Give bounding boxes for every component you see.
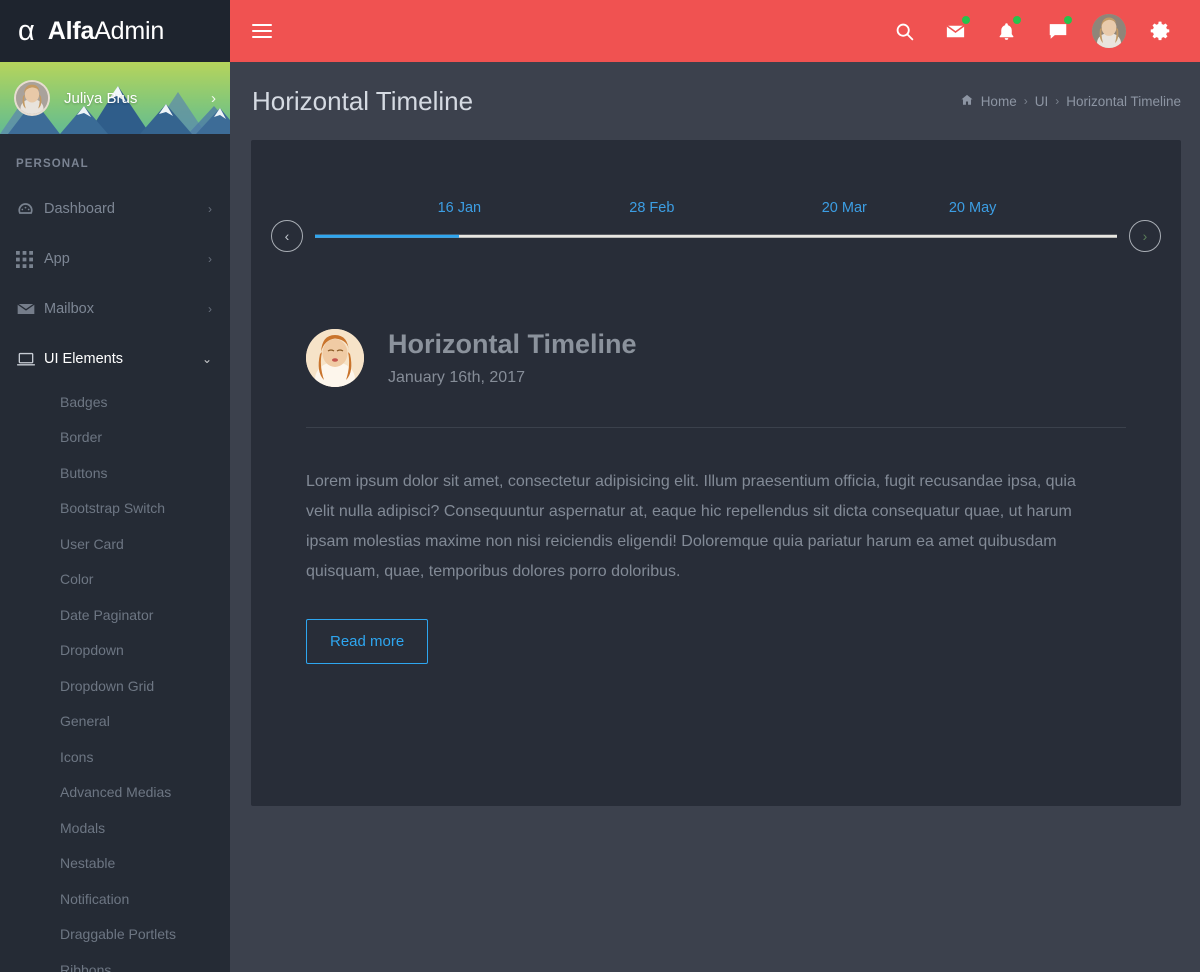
page-title: Horizontal Timeline [252, 85, 474, 116]
author-avatar-image [306, 328, 364, 387]
sidebar-item-label: Mailbox [44, 301, 94, 317]
sidebar-subitem-date-paginator[interactable]: Date Paginator [0, 597, 230, 633]
avatar [306, 328, 364, 387]
brand-name-light: Admin [94, 16, 165, 45]
speedometer-icon [16, 200, 44, 219]
chat-icon[interactable] [1032, 0, 1083, 62]
timeline-entry: Horizontal Timeline January 16th, 2017 L… [251, 300, 1181, 665]
chevron-down-icon: ⌄ [201, 352, 212, 366]
avatar-image [16, 82, 48, 114]
entry-body-text: Lorem ipsum dolor sit amet, consectetur … [306, 473, 1076, 581]
page-header: Horizontal Timeline Home › UI › Horizont… [230, 62, 1200, 140]
laptop-icon [16, 349, 44, 369]
sidebar-item-app[interactable]: App › [0, 234, 230, 284]
sidebar-item-label: Dashboard [44, 201, 115, 217]
sidebar-subitem-border[interactable]: Border [0, 420, 230, 456]
sidebar-subitem-dropdown-grid[interactable]: Dropdown Grid [0, 668, 230, 704]
divider [306, 427, 1126, 429]
app-root: α AlfaAdmin Juliya Brus › PERSONAL Dashb… [0, 0, 1200, 972]
gear-icon[interactable] [1134, 0, 1185, 62]
sidebar-subitem-buttons[interactable]: Buttons [0, 455, 230, 491]
breadcrumb-item-current: Horizontal Timeline [1066, 93, 1181, 109]
timeline-prev-button[interactable]: ‹ [271, 220, 303, 252]
topbar-actions [879, 0, 1185, 62]
chevron-right-icon: › [208, 252, 212, 266]
timeline-date-label[interactable]: 20 May [949, 200, 997, 216]
envelope-icon [16, 299, 44, 319]
sidebar-subitem-nestable[interactable]: Nestable [0, 846, 230, 882]
sidebar: α AlfaAdmin Juliya Brus › PERSONAL Dashb… [0, 0, 230, 972]
sidebar-subitem-badges[interactable]: Badges [0, 384, 230, 420]
notification-dot [1064, 16, 1072, 24]
topbar [230, 0, 1200, 62]
sidebar-subitem-user-card[interactable]: User Card [0, 526, 230, 562]
timeline-card: ‹ 16 Jan 28 Feb 20 Mar 20 May › Horizont… [251, 140, 1181, 806]
timeline-date-label[interactable]: 20 Mar [822, 200, 867, 216]
notification-dot [1013, 16, 1021, 24]
timeline-progress-fill [315, 234, 460, 238]
sidebar-subitem-general[interactable]: General [0, 704, 230, 740]
sidebar-subitem-icons[interactable]: Icons [0, 739, 230, 775]
sidebar-subitem-dropdown[interactable]: Dropdown [0, 633, 230, 669]
main-area: Horizontal Timeline Home › UI › Horizont… [230, 0, 1200, 972]
brand-title: AlfaAdmin [47, 16, 165, 46]
sidebar-subitem-modals[interactable]: Modals [0, 810, 230, 846]
timeline-date-label[interactable]: 16 Jan [438, 200, 482, 216]
sidebar-subitem-notification[interactable]: Notification [0, 881, 230, 917]
sidebar-item-dashboard[interactable]: Dashboard › [0, 184, 230, 234]
hamburger-icon[interactable] [252, 20, 272, 42]
breadcrumb-item-ui[interactable]: UI [1035, 94, 1049, 109]
sidebar-item-label: App [44, 251, 70, 267]
entry-header: Horizontal Timeline January 16th, 2017 [306, 328, 1126, 387]
breadcrumb: Home › UI › Horizontal Timeline [960, 93, 1181, 110]
grid-icon [16, 250, 44, 268]
sidebar-subitem-ribbons[interactable]: Ribbons [0, 952, 230, 972]
sidebar-item-mailbox[interactable]: Mailbox › [0, 284, 230, 334]
chevron-right-icon[interactable]: › [211, 90, 216, 107]
sidebar-subitem-advanced-medias[interactable]: Advanced Medias [0, 775, 230, 811]
chevron-right-icon: › [208, 302, 212, 316]
sidebar-item-ui-elements[interactable]: UI Elements ⌄ [0, 334, 230, 384]
breadcrumb-item-home[interactable]: Home [981, 94, 1017, 109]
sidebar-item-label: UI Elements [44, 351, 123, 367]
sidebar-section-label: PERSONAL [16, 158, 89, 170]
sidebar-subitem-bootstrap-switch[interactable]: Bootstrap Switch [0, 491, 230, 527]
home-icon[interactable] [960, 93, 974, 110]
timeline-track[interactable]: 16 Jan 28 Feb 20 Mar 20 May [315, 200, 1117, 252]
avatar [14, 80, 50, 116]
sidebar-subitem-color[interactable]: Color [0, 562, 230, 598]
read-more-button[interactable]: Read more [306, 619, 429, 665]
entry-date: January 16th, 2017 [388, 369, 525, 387]
profile-name: Juliya Brus [64, 89, 138, 107]
sidebar-submenu: Badges Border Buttons Bootstrap Switch U… [0, 384, 230, 972]
horizontal-timeline: ‹ 16 Jan 28 Feb 20 Mar 20 May › [251, 140, 1181, 300]
timeline-date-label[interactable]: 28 Feb [629, 200, 674, 216]
sidebar-profile[interactable]: Juliya Brus › [0, 62, 230, 134]
sidebar-subitem-draggable-portlets[interactable]: Draggable Portlets [0, 917, 230, 953]
bell-icon[interactable] [981, 0, 1032, 62]
notification-dot [962, 16, 970, 24]
mail-icon[interactable] [930, 0, 981, 62]
breadcrumb-separator: › [1023, 94, 1028, 108]
avatar-photo [1091, 14, 1126, 48]
breadcrumb-separator: › [1055, 94, 1060, 108]
brand-name-bold: Alfa [47, 16, 95, 45]
entry-heading-text: Horizontal Timeline January 16th, 2017 [388, 328, 637, 387]
avatar-image [1091, 14, 1126, 48]
alpha-logo-icon: α [18, 14, 35, 47]
brand-logo-area[interactable]: α AlfaAdmin [0, 0, 230, 62]
timeline-next-button[interactable]: › [1129, 220, 1161, 252]
entry-title: Horizontal Timeline [388, 329, 637, 359]
chevron-right-icon: › [208, 202, 212, 216]
search-icon[interactable] [879, 0, 930, 62]
avatar[interactable] [1083, 0, 1134, 62]
